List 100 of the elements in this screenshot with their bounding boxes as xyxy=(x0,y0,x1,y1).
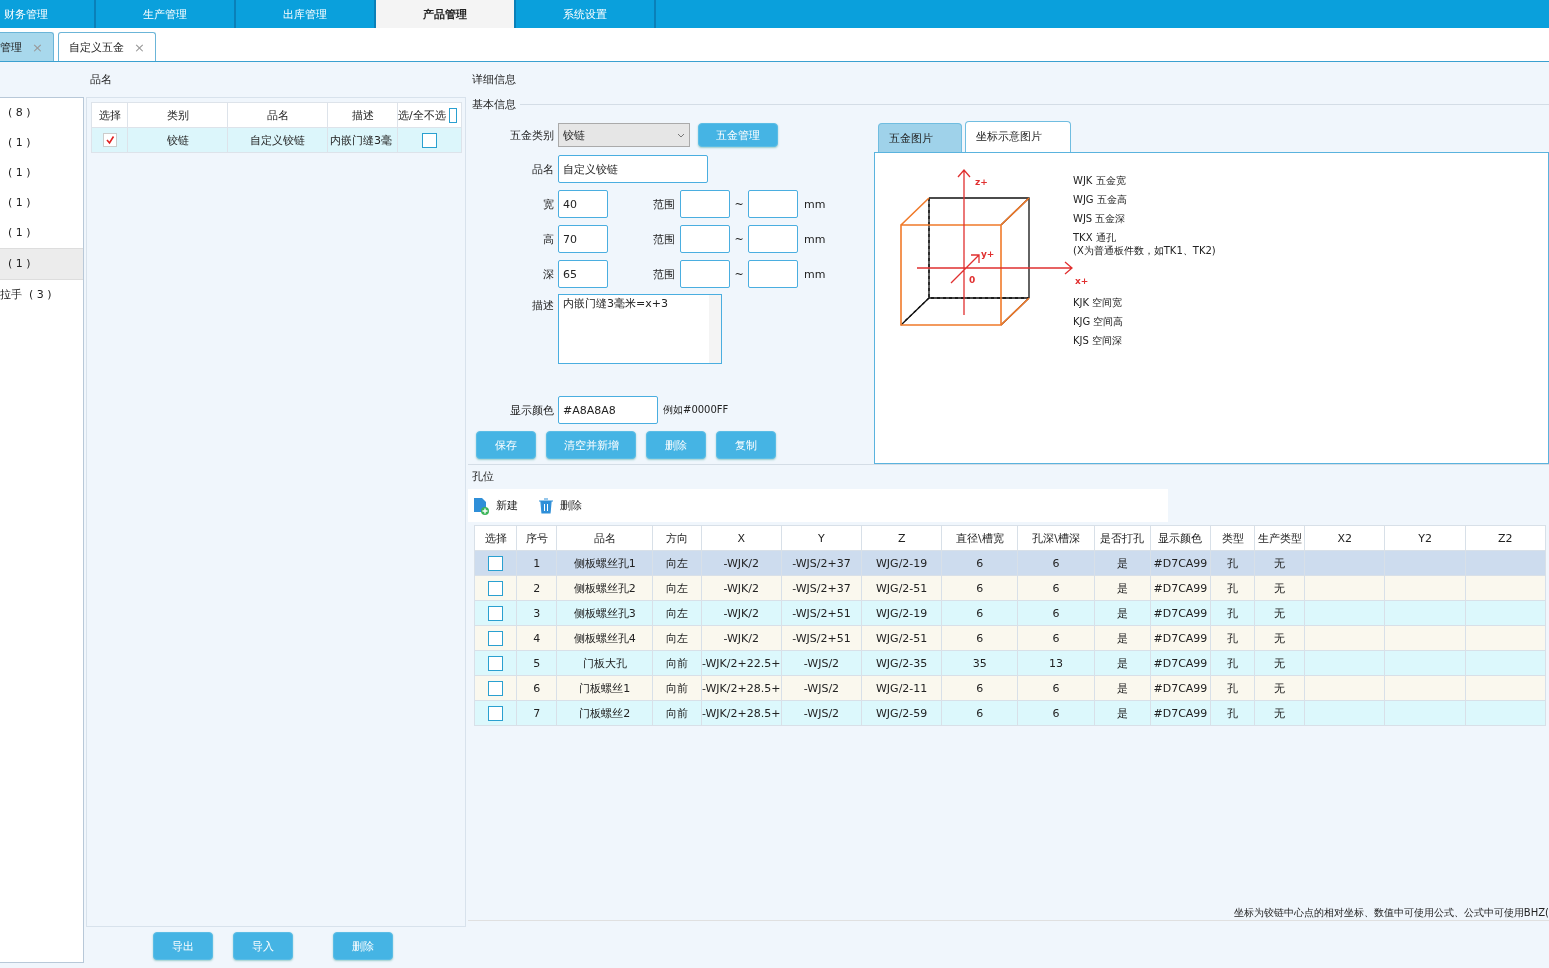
field-label: 宽 xyxy=(542,196,555,212)
table-cell: -WJS/2+37 xyxy=(781,550,862,576)
table-cell: -WJK/2 xyxy=(701,600,782,626)
legend-text: WJS 五金深 xyxy=(1073,212,1127,226)
table-cell: 6 xyxy=(941,700,1018,726)
column-header: X2 xyxy=(1304,525,1385,551)
unit-text: mm xyxy=(804,232,826,246)
select-all-checkbox[interactable] xyxy=(448,107,457,123)
table-cell: 侧板螺丝孔1 xyxy=(556,550,653,576)
column-header: 类别 xyxy=(127,102,228,128)
checkbox[interactable] xyxy=(488,605,504,621)
category-item[interactable]: ( 1 ) xyxy=(0,248,83,280)
table-cell: -WJK/2 xyxy=(701,550,782,576)
range-max-field[interactable] xyxy=(748,190,798,218)
category-item[interactable]: 拉手 ( 3 ) xyxy=(0,280,83,310)
range-max-field[interactable] xyxy=(748,260,798,288)
range-max-field[interactable] xyxy=(748,225,798,253)
hint-text: 例如#0000FF xyxy=(663,403,729,417)
image-tab[interactable]: 坐标示意图片 xyxy=(965,121,1071,152)
document-tab[interactable]: 管理 × xyxy=(0,32,54,61)
category-dropdown[interactable]: 铰链 xyxy=(558,123,690,147)
name-field[interactable]: 自定义铰链 xyxy=(558,155,708,183)
table-cell: 侧板螺丝孔4 xyxy=(556,625,653,651)
column-header: 描述 xyxy=(327,102,398,128)
table-cell: 侧板螺丝孔2 xyxy=(556,575,653,601)
legend-text: WJG 五金高 xyxy=(1073,193,1128,207)
document-tab[interactable]: 自定义五金 × xyxy=(57,32,156,61)
table-cell: WJG/2-19 xyxy=(861,550,942,576)
category-item[interactable]: ( 1 ) xyxy=(0,158,83,188)
field-label: 范围 xyxy=(653,196,676,212)
table-row[interactable]: 1 侧板螺丝孔1 向左 -WJK/2 -WJS/2+37 WJG/2-19 6 6 是 #D7CA99 孔 无 xyxy=(474,550,1546,576)
axis-label: x+ xyxy=(1075,276,1089,286)
checkbox[interactable] xyxy=(488,655,504,671)
table-cell: -WJK/2 xyxy=(701,625,782,651)
new-document-icon xyxy=(472,496,490,515)
column-header: Y2 xyxy=(1384,525,1466,551)
range-min-field[interactable] xyxy=(680,225,730,253)
toolbar-button[interactable]: 新建 xyxy=(472,496,518,515)
table-row[interactable]: 2 侧板螺丝孔2 向左 -WJK/2 -WJS/2+37 WJG/2-51 6 6 是 #D7CA99 孔 无 xyxy=(474,575,1546,601)
table-cell: 门板大孔 xyxy=(556,650,653,676)
table-cell: -WJS/2 xyxy=(781,650,862,676)
column-header: 选择 xyxy=(91,102,128,128)
category-item[interactable]: ( 1 ) xyxy=(0,188,83,218)
nav-tab[interactable]: 产品管理 xyxy=(376,0,516,28)
section-heading: 详细信息 xyxy=(471,72,517,88)
color-field[interactable]: #A8A8A8 xyxy=(558,396,658,424)
table-cell: 6 xyxy=(941,550,1018,576)
image-tab[interactable]: 五金图片 xyxy=(878,123,962,152)
unit-text: mm xyxy=(804,267,826,281)
scrollbar[interactable] xyxy=(709,295,721,363)
table-row[interactable]: 5 门板大孔 向前 -WJK/2+22.5+ -WJS/2 WJG/2-35 35 13 是 #D7CA99 孔 无 xyxy=(474,650,1546,676)
table-cell: -WJS/2+37 xyxy=(781,575,862,601)
unit-text: mm xyxy=(804,197,826,211)
checkbox[interactable] xyxy=(488,555,504,571)
column-header: 直径\槽宽 xyxy=(941,525,1018,551)
table-cell: -WJK/2+22.5+ xyxy=(701,650,782,676)
checkbox[interactable] xyxy=(488,680,504,696)
category-item[interactable]: ( 1 ) xyxy=(0,218,83,248)
range-min-field[interactable] xyxy=(680,260,730,288)
axis-label: y+ xyxy=(981,249,995,259)
table-row[interactable]: 4 侧板螺丝孔4 向左 -WJK/2 -WJS/2+51 WJG/2-51 6 6 是 #D7CA99 孔 无 xyxy=(474,625,1546,651)
table-cell: -WJK/2 xyxy=(701,575,782,601)
column-header: 孔深\槽深 xyxy=(1017,525,1095,551)
table-row[interactable]: 3 侧板螺丝孔3 向左 -WJK/2 -WJS/2+51 WJG/2-19 6 6 是 #D7CA99 孔 无 xyxy=(474,600,1546,626)
field-label: 高 xyxy=(542,231,555,247)
legend-text: KJS 空间深 xyxy=(1073,334,1124,348)
table-cell: 侧板螺丝孔3 xyxy=(556,600,653,626)
dimension-field[interactable]: 65 xyxy=(558,260,608,288)
column-header: 品名 xyxy=(556,525,653,551)
table-row[interactable]: 7 门板螺丝2 向前 -WJK/2+28.5+ -WJS/2 WJG/2-59 6 6 是 #D7CA99 孔 无 xyxy=(474,700,1546,726)
table-row[interactable]: 6 门板螺丝1 向前 -WJK/2+28.5+ -WJS/2 WJG/2-11 6 6 是 #D7CA99 孔 无 xyxy=(474,675,1546,701)
column-header: 类型 xyxy=(1210,525,1255,551)
checkbox[interactable] xyxy=(102,133,117,147)
column-header: Z xyxy=(861,525,942,551)
checkbox[interactable] xyxy=(488,580,504,596)
category-item[interactable]: ( 8 ) xyxy=(0,98,83,128)
field-label: 深 xyxy=(542,266,555,282)
table-cell: WJG/2-51 xyxy=(861,575,942,601)
column-header: X xyxy=(701,525,782,551)
table-cell: 6 xyxy=(941,600,1018,626)
legend-text: TKX 通孔 xyxy=(1073,231,1117,245)
field-label: 描述 xyxy=(531,298,555,313)
dimension-field[interactable]: 70 xyxy=(558,225,608,253)
table-cell: WJG/2-19 xyxy=(861,600,942,626)
description-field[interactable]: 内嵌门缝3毫米=x+3 xyxy=(558,294,722,364)
tilde-text: ~ xyxy=(733,197,745,211)
range-min-field[interactable] xyxy=(680,190,730,218)
table-cell: 6 xyxy=(941,575,1018,601)
checkbox[interactable] xyxy=(488,705,504,721)
field-label: 品名 xyxy=(531,161,555,177)
checkbox[interactable] xyxy=(422,132,437,148)
table-cell: -WJS/2+51 xyxy=(781,625,862,651)
category-item[interactable]: ( 1 ) xyxy=(0,128,83,158)
toolbar-button[interactable]: 删除 xyxy=(538,497,582,514)
dimension-field[interactable]: 40 xyxy=(558,190,608,218)
column-header: 序号 xyxy=(516,525,557,551)
chevron-icon xyxy=(677,132,685,138)
checkbox[interactable] xyxy=(488,630,504,646)
table-cell: WJG/2-35 xyxy=(861,650,942,676)
table-cell: WJG/2-51 xyxy=(861,625,942,651)
